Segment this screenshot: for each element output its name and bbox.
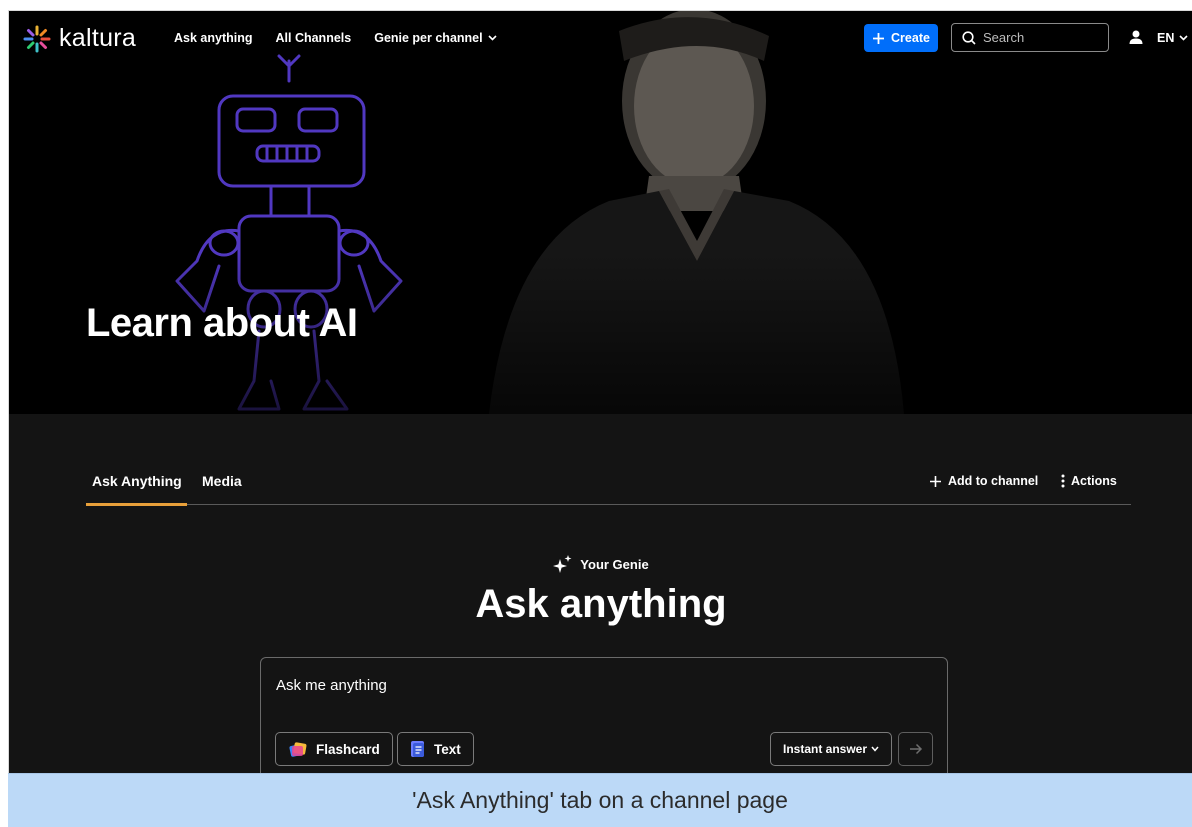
arrow-right-icon: [909, 743, 922, 755]
more-vertical-icon: [1061, 474, 1065, 488]
logo-text: kaltura: [59, 24, 137, 52]
nav-link-genie-label: Genie per channel: [374, 31, 483, 45]
hero-background-image: [9, 11, 1192, 414]
nav-link-ask-anything[interactable]: Ask anything: [174, 31, 253, 45]
channel-title: Learn about AI: [86, 301, 358, 345]
ask-input[interactable]: [276, 677, 876, 694]
chevron-down-icon: [488, 35, 497, 41]
answer-mode-label: Instant answer: [782, 742, 868, 756]
create-button[interactable]: Create: [864, 24, 938, 52]
flashcard-icon: [289, 742, 307, 757]
nav-link-all-channels[interactable]: All Channels: [276, 31, 352, 45]
active-tab-indicator: [86, 503, 187, 506]
ask-box: Flashcard Text Instant answer: [260, 657, 948, 773]
sparkle-icon: [553, 555, 572, 573]
chevron-down-icon: [1179, 35, 1188, 41]
genie-label: Your Genie: [580, 556, 649, 572]
tab-ask-anything[interactable]: Ask Anything: [92, 473, 182, 489]
plus-icon: [873, 32, 885, 44]
text-doc-icon: [411, 741, 424, 757]
search-icon: [962, 30, 976, 45]
tab-media[interactable]: Media: [202, 473, 242, 489]
flashcard-chip[interactable]: Flashcard: [275, 732, 393, 766]
top-navigation-bar: kaltura Ask anything All Channels Genie …: [9, 11, 1192, 66]
answer-mode-dropdown[interactable]: Instant answer: [770, 732, 892, 766]
screenshot-caption: 'Ask Anything' tab on a channel page: [8, 773, 1192, 827]
actions-label: Actions: [1071, 474, 1117, 488]
channel-hero-banner: Learn about AI: [9, 11, 1192, 414]
search-box[interactable]: [951, 23, 1109, 52]
user-icon[interactable]: [1128, 29, 1144, 45]
app-window: Learn about AI kaltura Ask anything All …: [8, 10, 1192, 773]
nav-link-genie-per-channel[interactable]: Genie per channel: [374, 31, 497, 45]
language-selector[interactable]: EN: [1157, 31, 1188, 45]
nav-links: Ask anything All Channels Genie per chan…: [174, 31, 497, 45]
screenshot-frame: Learn about AI kaltura Ask anything All …: [0, 0, 1192, 827]
chevron-down-icon: [871, 746, 879, 752]
search-input[interactable]: [983, 30, 1093, 45]
create-button-label: Create: [891, 31, 930, 45]
send-button[interactable]: [898, 732, 933, 766]
actions-menu-button[interactable]: Actions: [1061, 474, 1117, 488]
genie-title: Ask anything: [475, 582, 727, 626]
text-chip[interactable]: Text: [397, 732, 474, 766]
add-to-channel-label: Add to channel: [948, 474, 1039, 488]
channel-tabs-bar: Ask Anything Media Add to channel Action…: [86, 463, 1131, 506]
language-label: EN: [1157, 31, 1175, 45]
add-to-channel-button[interactable]: Add to channel: [929, 474, 1038, 488]
text-label: Text: [434, 741, 461, 757]
kaltura-logo[interactable]: kaltura: [23, 24, 136, 53]
genie-header: Your Genie: [9, 555, 1192, 573]
kaltura-logo-icon: [23, 25, 51, 52]
flashcard-label: Flashcard: [316, 741, 380, 757]
plus-icon: [930, 475, 941, 487]
